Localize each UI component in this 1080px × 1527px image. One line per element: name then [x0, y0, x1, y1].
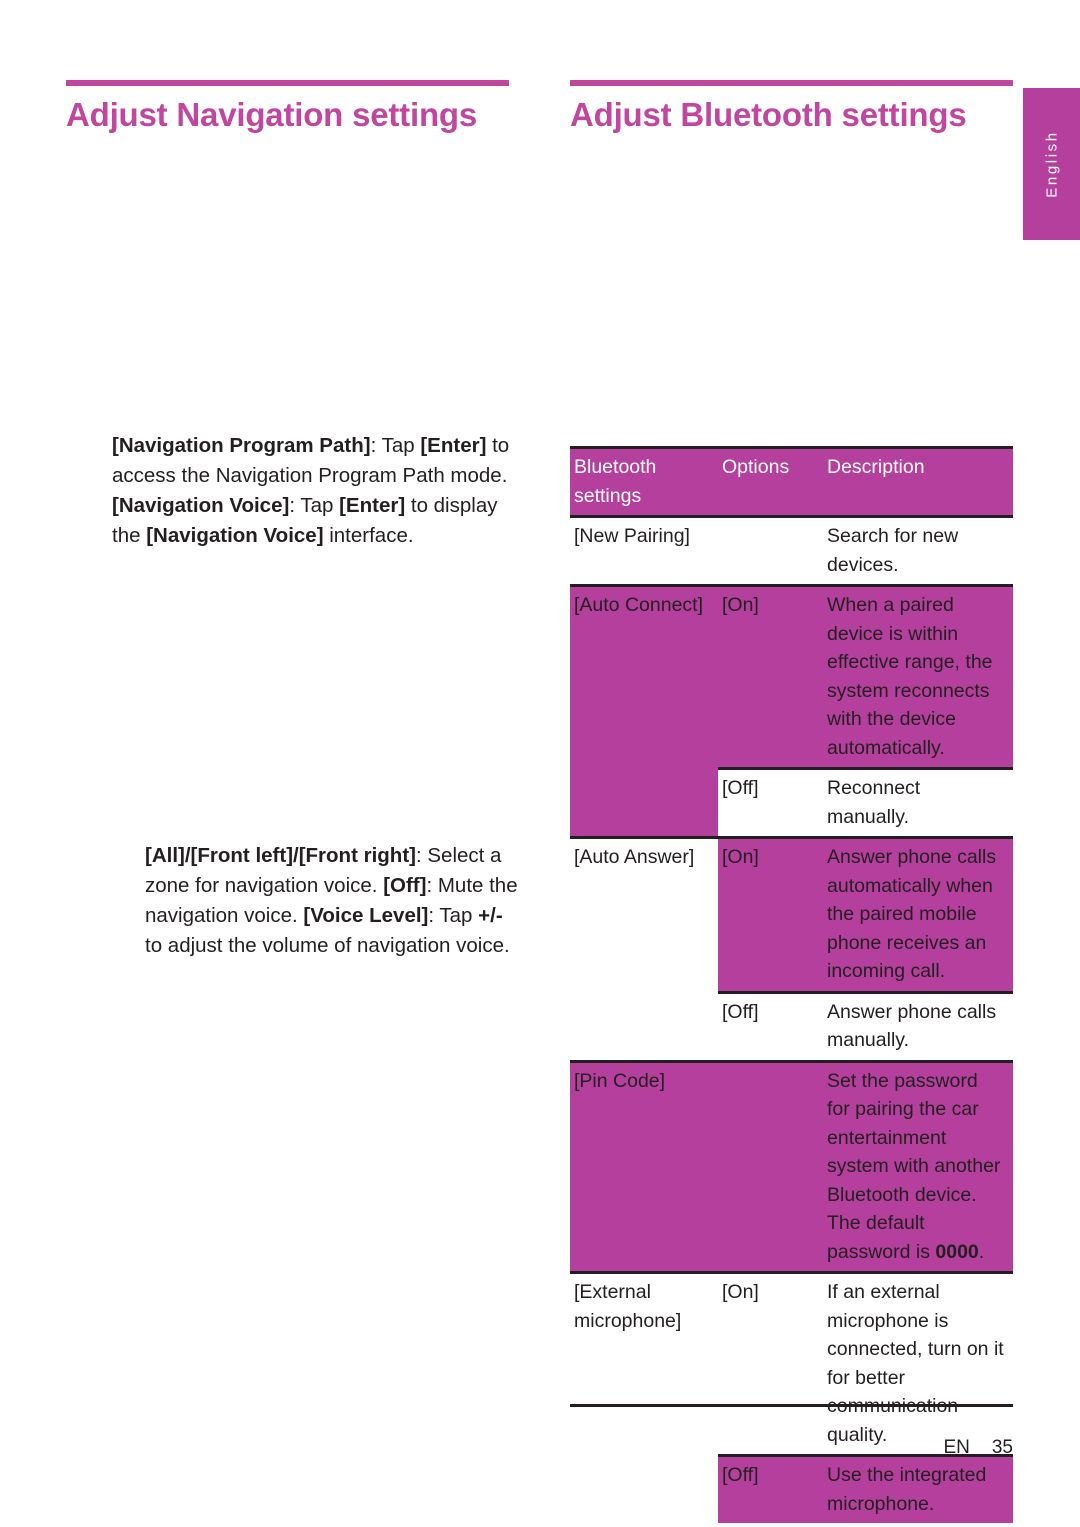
paragraph-navigation-settings: [Navigation Program Path]: Tap [Enter] t… [112, 431, 512, 551]
pin-code-desc-post: . [978, 1240, 985, 1263]
table-bottom-rule [570, 1404, 1013, 1407]
table-header-row: Bluetooth settings Options Description [570, 446, 1013, 517]
cell-option-external-mic-on: [On] [718, 1271, 823, 1456]
nav-voice-term: [Navigation Voice] [112, 494, 290, 517]
cell-description-auto-answer-on: Answer phone calls automatically when th… [823, 836, 1013, 992]
table-row: [Auto Answer] [On] Answer phone calls au… [570, 836, 1013, 1061]
cell-setting-pin-code: [Pin Code] [570, 1059, 718, 1273]
cell-option-pin-code [718, 1059, 823, 1273]
voice-level-term: [Voice Level] [303, 904, 429, 927]
footer-language-code: EN [943, 1437, 970, 1458]
table-row: [Pin Code] Set the password for pairing … [570, 1059, 1013, 1273]
footer-page-number: 35 [991, 1437, 1013, 1458]
voice-off-term: [Off] [383, 874, 427, 897]
cell-option-auto-answer-off: [Off] [718, 990, 823, 1061]
page-title-navigation: Adjust Navigation settings [66, 96, 478, 133]
table-header-options: Options [718, 446, 823, 517]
heading-rule-right [570, 80, 1013, 86]
nav-enter-key-2: [Enter] [339, 494, 406, 517]
cell-option-auto-connect-on: [On] [718, 584, 823, 769]
cell-option-external-mic-off: [Off] [718, 1454, 823, 1523]
cell-description-pin-code: Set the password for pairing the car ent… [823, 1059, 1013, 1273]
cell-description-auto-connect-on: When a paired device is within effective… [823, 584, 1013, 769]
nav-voice-desc-2: interface. [323, 524, 414, 547]
voice-zone-term: [All]/[Front left]/[Front right] [145, 844, 416, 867]
cell-description-auto-answer-off: Answer phone calls manually. [823, 990, 1013, 1061]
table-header-description: Description [823, 446, 1013, 517]
cell-option-new-pairing [718, 515, 823, 586]
cell-option-auto-answer-on: [On] [718, 836, 823, 992]
heading-rule-left [66, 80, 509, 86]
cell-setting-new-pairing: [New Pairing] [570, 515, 718, 586]
table-row: [External microphone] [On] If an externa… [570, 1271, 1013, 1523]
table-row: [Auto Connect] [On] When a paired device… [570, 584, 1013, 838]
cell-description-external-mic-off: Use the integrated microphone. [823, 1454, 1013, 1523]
nav-voice-sep: : Tap [289, 494, 340, 517]
nav-voice-term-2: [Navigation Voice] [146, 524, 324, 547]
voice-level-sep: : Tap [428, 904, 479, 927]
cell-option-auto-connect-off: [Off] [718, 767, 823, 838]
voice-level-keys: +/- [478, 904, 503, 927]
pin-code-desc-pre: Set the password for pairing the car ent… [827, 1069, 1001, 1263]
voice-level-desc: to adjust the volume of navigation voice… [145, 934, 510, 957]
page-title-bluetooth: Adjust Bluetooth settings [570, 96, 967, 133]
pin-code-default-password: 0000 [935, 1240, 979, 1263]
nav-program-path-term: [Navigation Program Path] [112, 434, 371, 457]
cell-setting-external-microphone: [External microphone] [570, 1271, 718, 1523]
bluetooth-settings-table: Bluetooth settings Options Description [… [570, 446, 1013, 1523]
table-row: [New Pairing] Search for new devices. [570, 515, 1013, 586]
language-tab-label: English [1043, 130, 1060, 198]
cell-setting-auto-connect: [Auto Connect] [570, 584, 718, 838]
nav-program-path-sep: : Tap [370, 434, 421, 457]
paragraph-voice-options: [All]/[Front left]/[Front right]: Select… [145, 841, 520, 961]
table-header-settings: Bluetooth settings [570, 446, 718, 517]
cell-setting-auto-answer: [Auto Answer] [570, 836, 718, 1061]
nav-enter-key-1: [Enter] [420, 434, 487, 457]
cell-description-external-mic-on: If an external microphone is connected, … [823, 1271, 1013, 1456]
cell-description-auto-connect-off: Reconnect manually. [823, 767, 1013, 838]
cell-description-new-pairing: Search for new devices. [823, 515, 1013, 586]
page-footer: EN 35 [570, 1437, 1013, 1459]
language-tab: English [1023, 88, 1080, 240]
